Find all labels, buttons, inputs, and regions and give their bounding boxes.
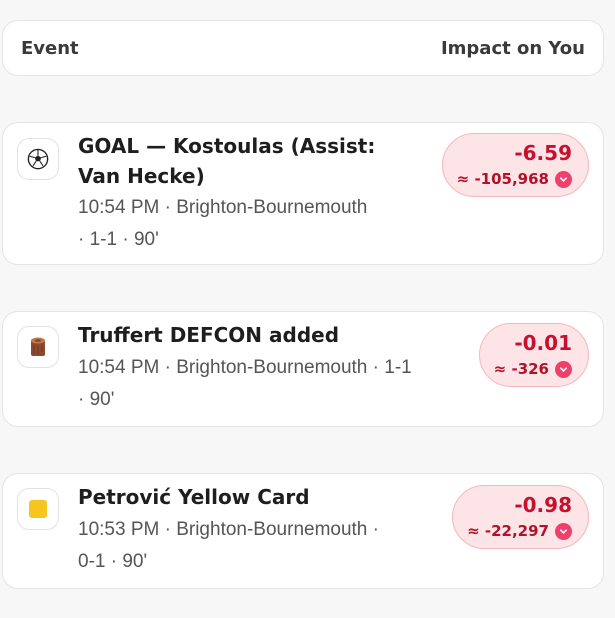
- impact-approx-value: ≈ -105,968: [456, 170, 549, 188]
- event-card[interactable]: Petrović Yellow Card 10:53 PM · Brighton…: [2, 473, 604, 589]
- impact-points: -0.98: [514, 493, 572, 517]
- event-title: GOAL — Kostoulas (Assist: Van Hecke): [78, 134, 376, 188]
- impact-pill[interactable]: -0.98 ≈ -22,297: [452, 485, 589, 549]
- impact-points: -6.59: [514, 141, 572, 165]
- event-meta: 10:54 PM · Brighton-Bournemouth · 1-1 · …: [78, 357, 412, 410]
- impact-pill[interactable]: -0.01 ≈ -326: [478, 323, 589, 387]
- chevron-down-icon[interactable]: [555, 170, 572, 188]
- impact-approx-value: ≈ -326: [493, 360, 549, 378]
- event-column-header: Event: [21, 37, 79, 59]
- yellow-card-icon: [17, 488, 59, 530]
- event-title: Petrović Yellow Card: [78, 485, 310, 509]
- event-meta: 10:53 PM · Brighton-Bournemouth · 0-1 · …: [78, 519, 379, 572]
- soccer-ball-icon: [17, 138, 59, 180]
- event-meta: 10:54 PM · Brighton-Bournemouth · 1-1 · …: [78, 197, 368, 250]
- chevron-down-icon[interactable]: [555, 360, 572, 378]
- event-card[interactable]: Truffert DEFCON added 10:54 PM · Brighto…: [2, 311, 604, 427]
- event-title: Truffert DEFCON added: [78, 323, 340, 347]
- chevron-down-icon[interactable]: [555, 522, 572, 540]
- impact-approx-value: ≈ -22,297: [467, 522, 549, 540]
- impact-points: -0.01: [514, 331, 572, 355]
- events-table-header: Event Impact on You: [2, 20, 604, 76]
- log-icon: [17, 326, 59, 368]
- impact-pill[interactable]: -6.59 ≈ -105,968: [441, 133, 589, 197]
- event-card[interactable]: GOAL — Kostoulas (Assist: Van Hecke) 10:…: [2, 122, 604, 265]
- impact-column-header: Impact on You: [440, 37, 585, 59]
